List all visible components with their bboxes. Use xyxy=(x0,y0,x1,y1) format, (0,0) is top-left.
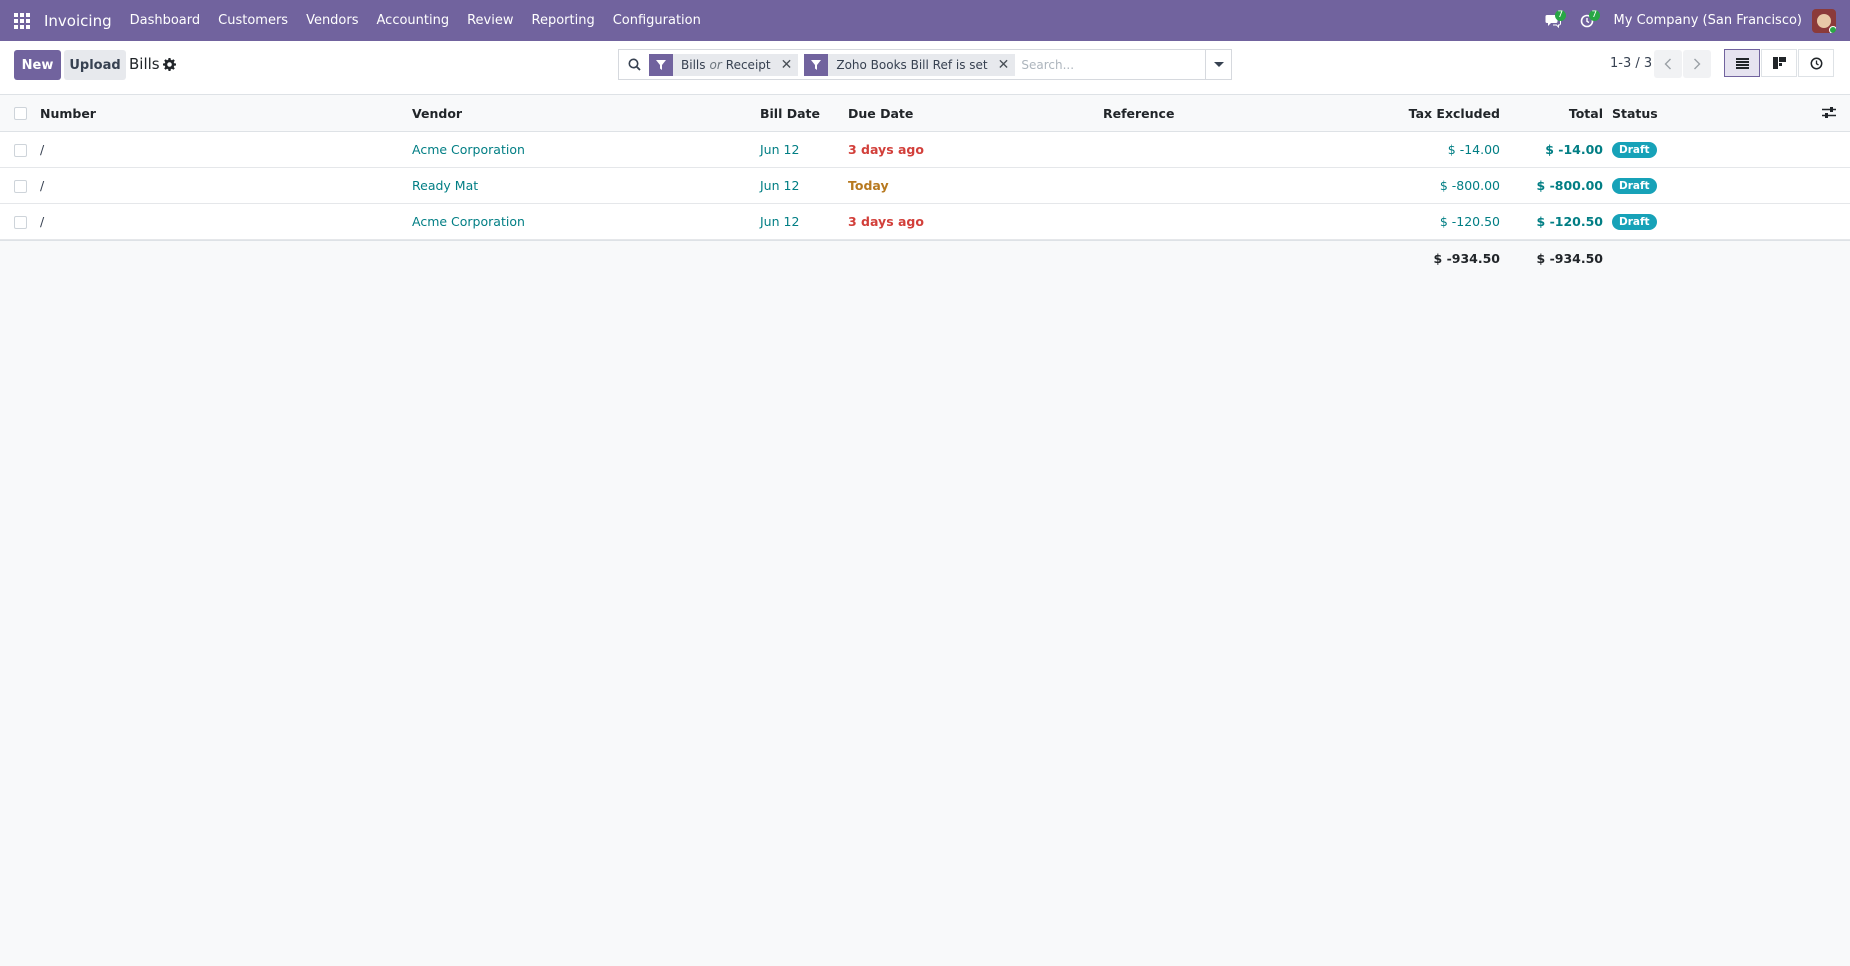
cell-vendor[interactable]: Acme Corporation xyxy=(412,204,525,239)
menu-configuration[interactable]: Configuration xyxy=(613,13,701,28)
list-icon xyxy=(1735,57,1749,69)
column-due-date[interactable]: Due Date xyxy=(848,95,913,131)
optional-columns-icon[interactable] xyxy=(1822,106,1836,119)
column-bill-date[interactable]: Bill Date xyxy=(760,95,820,131)
table-row[interactable]: / Ready Mat Jun 12 Today $ -800.00 $ -80… xyxy=(0,168,1850,204)
cell-number: / xyxy=(40,142,45,157)
cell-tax-excluded: $ -800.00 xyxy=(1439,178,1500,193)
cell-due-date: 3 days ago xyxy=(848,214,924,229)
cell-vendor[interactable]: Ready Mat xyxy=(412,168,478,203)
column-total[interactable]: Total xyxy=(1504,95,1603,131)
status-badge: Draft xyxy=(1612,177,1657,194)
clock-icon xyxy=(1810,57,1822,69)
cell-total: $ -14.00 xyxy=(1545,142,1603,157)
search-input[interactable] xyxy=(1021,51,1205,78)
remove-facet-close-icon[interactable]: ✕ xyxy=(994,57,1016,73)
menu-accounting[interactable]: Accounting xyxy=(377,13,450,28)
control-panel: New Upload Bills Bills or Receipt ✕ Zoho B… xyxy=(0,41,1850,95)
breadcrumb: Bills xyxy=(129,55,160,73)
facet-or: or xyxy=(709,57,722,72)
cell-due-date: Today xyxy=(848,178,889,193)
table-row[interactable]: / Acme Corporation Jun 12 3 days ago $ -… xyxy=(0,132,1850,168)
pager-previous-button[interactable] xyxy=(1654,50,1682,78)
cell-vendor[interactable]: Acme Corporation xyxy=(412,132,525,167)
menu-reporting[interactable]: Reporting xyxy=(532,13,595,28)
row-checkbox[interactable] xyxy=(14,144,27,157)
company-switcher[interactable]: My Company (San Francisco) xyxy=(1614,13,1802,28)
filter-icon xyxy=(649,53,673,76)
status-badge: Draft xyxy=(1612,213,1657,230)
column-reference[interactable]: Reference xyxy=(1103,95,1174,131)
status-badge: Draft xyxy=(1612,141,1657,158)
menu-review[interactable]: Review xyxy=(467,13,513,28)
facet-value-bills: Bills xyxy=(681,57,706,72)
column-number[interactable]: Number xyxy=(40,95,96,131)
cell-tax-excluded: $ -120.50 xyxy=(1439,214,1500,229)
chevron-right-icon xyxy=(1694,58,1701,70)
pager-next-button[interactable] xyxy=(1683,50,1711,78)
cell-tax-excluded: $ -14.00 xyxy=(1447,142,1500,157)
table-footer-totals: $ -934.50 $ -934.50 xyxy=(0,240,1850,276)
row-checkbox[interactable] xyxy=(14,216,27,229)
column-tax-excluded[interactable]: Tax Excluded xyxy=(1340,95,1500,131)
table-row[interactable]: / Acme Corporation Jun 12 3 days ago $ -… xyxy=(0,204,1850,240)
top-navbar: Invoicing Dashboard Customers Vendors Ac… xyxy=(0,0,1850,41)
menu-vendors[interactable]: Vendors xyxy=(306,13,358,28)
filter-icon xyxy=(804,53,829,76)
kanban-view-button[interactable] xyxy=(1761,49,1797,77)
kanban-icon xyxy=(1772,57,1786,69)
activities-systray[interactable]: 7 xyxy=(1572,0,1602,41)
search-options-toggle[interactable] xyxy=(1205,50,1231,79)
apps-menu-icon[interactable] xyxy=(0,0,44,41)
gear-icon[interactable] xyxy=(163,58,176,71)
cell-total: $ -800.00 xyxy=(1536,178,1603,193)
list-view-button[interactable] xyxy=(1724,49,1760,77)
search-icon[interactable] xyxy=(619,50,649,79)
filter-facet-bills-receipt: Bills or Receipt ✕ xyxy=(649,53,799,76)
user-avatar[interactable] xyxy=(1812,8,1836,33)
pager-value[interactable]: 1-3 / 3 xyxy=(1610,56,1652,71)
menu-customers[interactable]: Customers xyxy=(218,13,288,28)
row-checkbox[interactable] xyxy=(14,180,27,193)
messages-systray[interactable]: 7 xyxy=(1538,0,1568,41)
facet-value-zoho: Zoho Books Bill Ref is set xyxy=(836,57,988,72)
app-name[interactable]: Invoicing xyxy=(44,12,112,30)
cell-total: $ -120.50 xyxy=(1536,214,1603,229)
cell-number: / xyxy=(40,178,45,193)
cell-number: / xyxy=(40,214,45,229)
menu-dashboard[interactable]: Dashboard xyxy=(130,13,201,28)
column-status[interactable]: Status xyxy=(1612,95,1658,131)
cell-bill-date: Jun 12 xyxy=(760,178,800,193)
search-bar: Bills or Receipt ✕ Zoho Books Bill Ref is … xyxy=(618,49,1232,80)
cell-due-date: 3 days ago xyxy=(848,142,924,157)
cell-bill-date: Jun 12 xyxy=(760,214,800,229)
caret-down-icon xyxy=(1213,62,1224,67)
total-tax-excluded: $ -934.50 xyxy=(1433,251,1500,266)
facet-value-receipt: Receipt xyxy=(725,57,771,72)
total-amount: $ -934.50 xyxy=(1536,251,1603,266)
select-all-checkbox[interactable] xyxy=(14,107,27,120)
activity-view-button[interactable] xyxy=(1798,49,1834,77)
new-button[interactable]: New xyxy=(14,50,61,80)
messages-count-badge: 7 xyxy=(1554,10,1567,21)
upload-button[interactable]: Upload xyxy=(64,50,126,80)
activities-count-badge: 7 xyxy=(1588,10,1601,21)
table-header: Number Vendor Bill Date Due Date Referen… xyxy=(0,95,1850,132)
column-vendor[interactable]: Vendor xyxy=(412,95,462,131)
remove-facet-close-icon[interactable]: ✕ xyxy=(777,57,799,73)
cell-bill-date: Jun 12 xyxy=(760,142,800,157)
filter-facet-zoho-ref: Zoho Books Bill Ref is set ✕ xyxy=(804,53,1016,76)
bills-list: Number Vendor Bill Date Due Date Referen… xyxy=(0,95,1850,276)
chevron-left-icon xyxy=(1664,58,1671,70)
